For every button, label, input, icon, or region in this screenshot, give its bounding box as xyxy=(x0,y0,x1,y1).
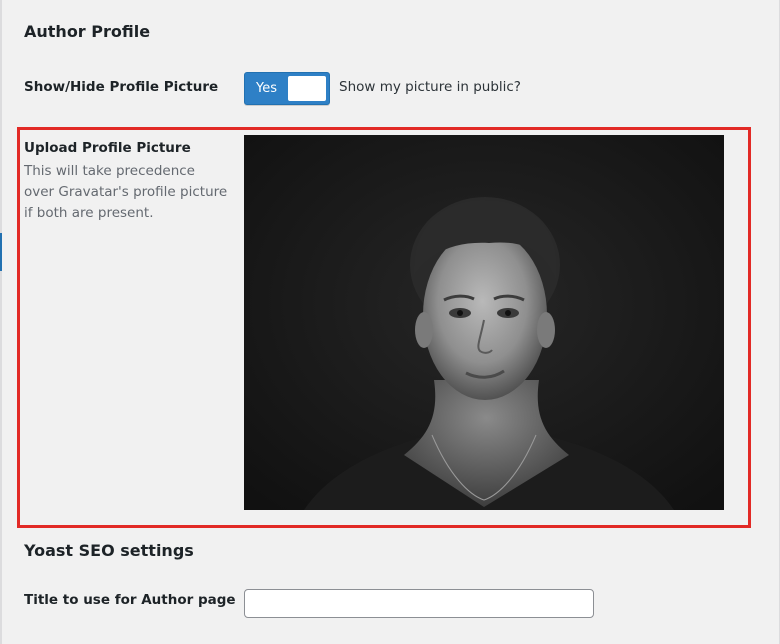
profile-picture-preview[interactable] xyxy=(244,135,724,510)
admin-menu-edge xyxy=(0,0,2,644)
author-page-title-label: Title to use for Author page xyxy=(24,592,236,608)
admin-menu-active-marker xyxy=(0,233,2,271)
upload-picture-description: This will take precedence over Gravatar'… xyxy=(24,163,228,221)
upload-picture-label: Upload Profile Picture xyxy=(24,140,191,156)
author-profile-heading: Author Profile xyxy=(24,22,151,41)
author-page-title-input[interactable] xyxy=(244,589,594,618)
portrait-image-icon xyxy=(244,135,724,510)
show-picture-toggle[interactable]: Yes xyxy=(244,72,330,105)
toggle-yes-label: Yes xyxy=(256,81,277,96)
yoast-seo-heading: Yoast SEO settings xyxy=(24,541,194,560)
toggle-knob[interactable] xyxy=(288,76,326,101)
show-hide-picture-label: Show/Hide Profile Picture xyxy=(24,79,219,95)
profile-settings-page: Author Profile Show/Hide Profile Picture… xyxy=(0,0,780,644)
show-picture-description: Show my picture in public? xyxy=(339,79,521,95)
